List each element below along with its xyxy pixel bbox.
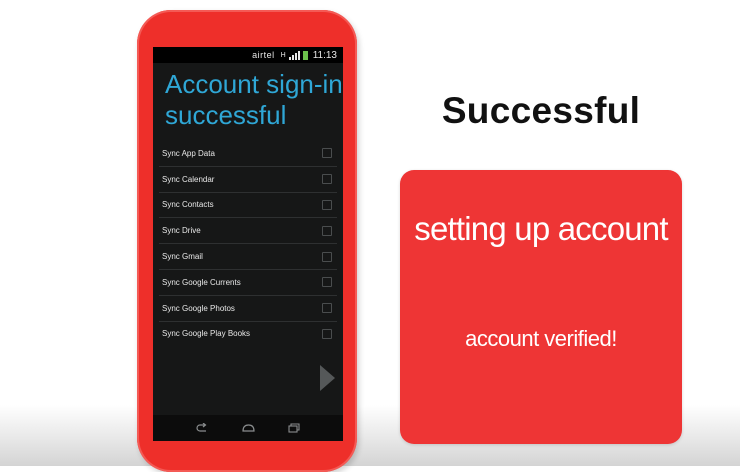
- sync-item-label: Sync Drive: [162, 226, 201, 236]
- sync-checkbox[interactable]: [322, 251, 332, 262]
- sync-checkbox[interactable]: [322, 225, 332, 236]
- sync-item-app-data[interactable]: Sync App Data: [159, 141, 337, 167]
- sync-checkbox[interactable]: [322, 303, 332, 314]
- sync-item-label: Sync Google Currents: [162, 277, 241, 287]
- recents-icon[interactable]: [287, 422, 301, 434]
- clock: 11:13: [312, 49, 337, 61]
- status-bar: airtel H 11:13: [153, 47, 343, 63]
- carrier-name: airtel: [252, 50, 275, 60]
- heading-line-1: Account sign-in: [165, 69, 343, 99]
- sync-checkbox[interactable]: [322, 328, 332, 339]
- sync-item-google-photos[interactable]: Sync Google Photos: [159, 296, 337, 322]
- sync-item-google-play-books[interactable]: Sync Google Play Books: [159, 322, 337, 347]
- home-icon[interactable]: [241, 422, 255, 434]
- card-status-message: account verified!: [465, 326, 617, 351]
- battery-icon: [302, 50, 308, 60]
- heading-line-2: successful: [165, 100, 287, 130]
- account-setup-card: setting up account account verified!: [400, 170, 682, 444]
- signin-heading: Account sign-in successful: [153, 63, 343, 137]
- sync-item-contacts[interactable]: Sync Contacts: [159, 193, 337, 219]
- sync-item-gmail[interactable]: Sync Gmail: [159, 244, 337, 270]
- sync-item-google-currents[interactable]: Sync Google Currents: [159, 270, 337, 296]
- phone-device: airtel H 11:13 Account sign-in successfu…: [137, 10, 357, 472]
- play-arrow-icon[interactable]: [320, 365, 335, 391]
- sync-item-label: Sync App Data: [162, 148, 215, 158]
- sync-item-calendar[interactable]: Sync Calendar: [159, 167, 337, 193]
- sync-item-label: Sync Calendar: [162, 174, 215, 184]
- sync-checkbox[interactable]: [322, 277, 332, 288]
- network-type: H: [280, 51, 286, 59]
- phone-screen: airtel H 11:13 Account sign-in successfu…: [153, 47, 343, 441]
- card-title: setting up account: [414, 210, 668, 247]
- sync-checkbox[interactable]: [322, 148, 332, 159]
- sync-item-drive[interactable]: Sync Drive: [159, 218, 337, 245]
- sync-item-label: Sync Gmail: [162, 252, 203, 262]
- back-icon[interactable]: [195, 422, 209, 434]
- sync-checkbox[interactable]: [322, 174, 332, 185]
- android-nav-bar: [153, 415, 343, 441]
- signal-icon: [288, 50, 300, 60]
- successful-heading: Successful: [441, 90, 641, 131]
- sync-item-label: Sync Contacts: [162, 200, 214, 210]
- sync-list: Sync App Data Sync Calendar Sync Contact…: [159, 141, 337, 346]
- sync-item-label: Sync Google Photos: [162, 303, 235, 313]
- sync-item-label: Sync Google Play Books: [162, 329, 251, 339]
- sync-checkbox[interactable]: [322, 199, 332, 210]
